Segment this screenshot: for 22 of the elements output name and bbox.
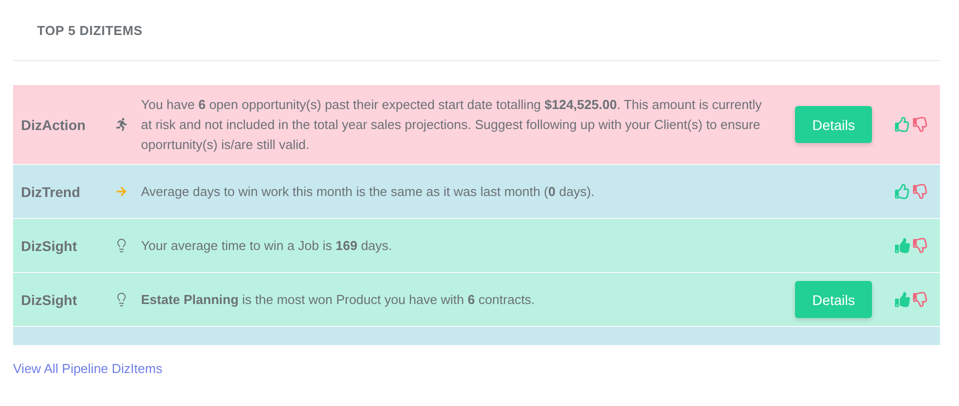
thumbs-up-icon[interactable] <box>895 292 910 307</box>
insight-type: DizSight <box>21 238 78 254</box>
insight-text: Average days to win work this month is the same as it was last month (0 days). <box>141 182 596 201</box>
arrow-right-icon <box>116 186 126 197</box>
insight-text: Your average time to win a Job is 169 days. <box>141 236 394 255</box>
insight-text: Estate Planning is the most won Product you have with 6 contracts. <box>141 290 536 309</box>
section-title: TOP 5 DIZITEMS <box>37 23 143 38</box>
view-all-link[interactable]: View All Pipeline DizItems <box>13 361 162 376</box>
thumbs-down-icon[interactable] <box>913 292 928 307</box>
thumbs-up-icon[interactable] <box>895 117 910 132</box>
insight-text: You have 6 open opportunity(s) past their expected start date totalling $124,525.00. This amount is currently at risk and not included in the total year sales projections. Suggest following up with your Client(s) to ensure oporrtunity(s) is/are still valid. <box>141 96 763 154</box>
thumbs-up-icon[interactable] <box>895 184 910 199</box>
thumbs-down-icon[interactable] <box>913 184 928 199</box>
thumbs-up-icon[interactable] <box>895 238 910 253</box>
thumbs-down-icon[interactable] <box>913 117 928 132</box>
insight-type: DizTrend <box>21 184 82 200</box>
running-icon <box>114 118 128 131</box>
details-button[interactable]: Details <box>795 281 872 318</box>
thumbs-down-icon[interactable] <box>913 238 928 253</box>
details-button[interactable]: Details <box>795 106 872 143</box>
insight-type: DizSight <box>21 292 78 308</box>
insight-type: DizAction <box>21 116 87 132</box>
